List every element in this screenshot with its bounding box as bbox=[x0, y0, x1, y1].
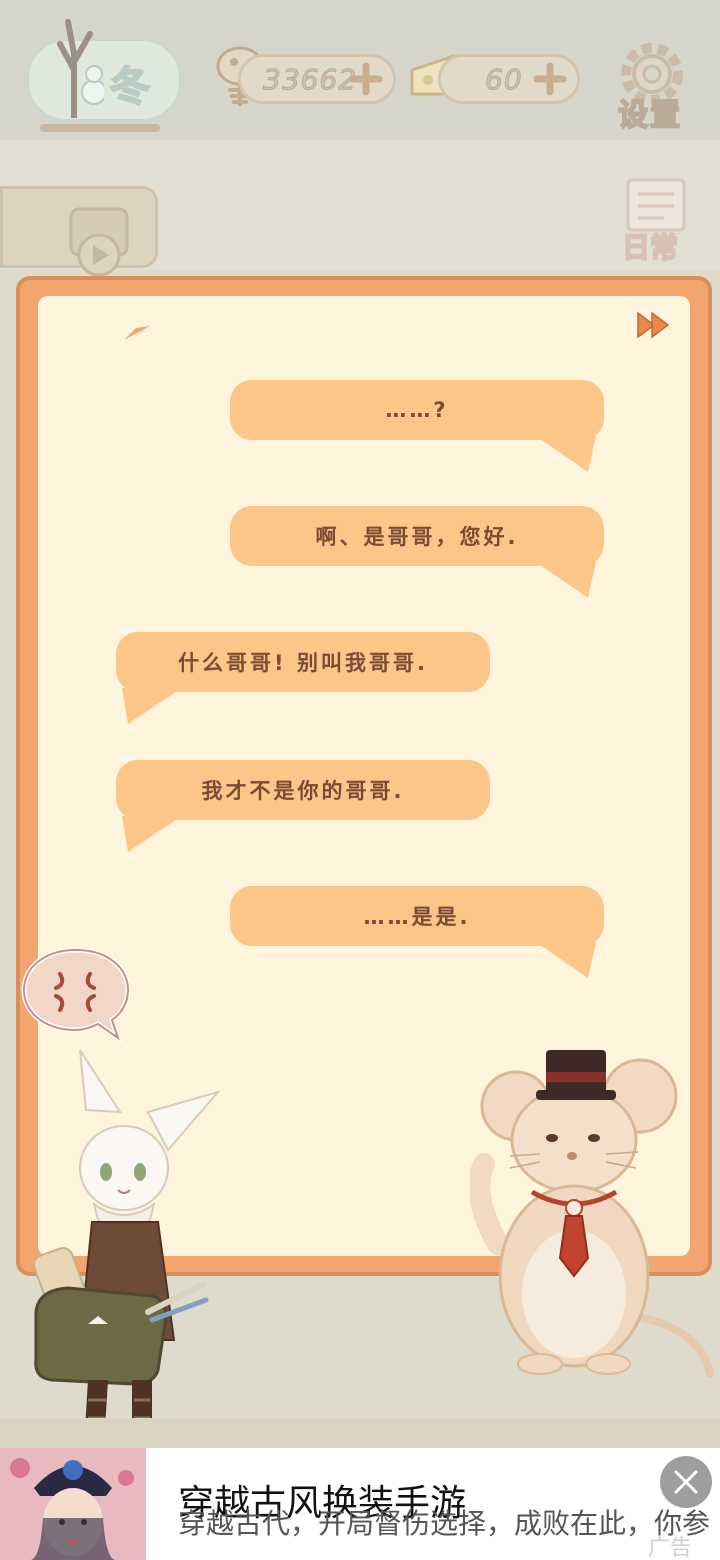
dialogue-bubble: ……? bbox=[230, 380, 604, 472]
season-label: 冬 bbox=[109, 63, 151, 111]
anger-emote-icon bbox=[21, 947, 131, 1042]
bubble-tail bbox=[536, 562, 596, 598]
season-progress-bar bbox=[40, 124, 160, 132]
daily-label: 日常 bbox=[621, 230, 679, 265]
top-hud: 冬 33662 60 设置 bbox=[0, 0, 720, 140]
dialogue-text: 我才不是你的哥哥. bbox=[201, 779, 405, 803]
close-icon bbox=[674, 1470, 698, 1494]
bubble-tail bbox=[122, 688, 182, 724]
fish-counter: 33662 bbox=[238, 54, 396, 104]
bottom-dock bbox=[0, 1418, 720, 1448]
white-fox-character bbox=[33, 1050, 221, 1446]
scroll-icon bbox=[626, 178, 686, 232]
season-progress-fill bbox=[40, 124, 160, 132]
dialogue-text: ……? bbox=[385, 398, 449, 422]
mouse-gentleman-character bbox=[470, 1050, 714, 1378]
dialogue-text: ……是是. bbox=[363, 905, 471, 929]
bubble-tail bbox=[536, 436, 596, 472]
snow-tree-icon bbox=[57, 19, 104, 118]
settings-button[interactable]: 设置 bbox=[612, 38, 692, 134]
dialogue-text: 什么哥哥! 别叫我哥哥. bbox=[178, 651, 428, 675]
ad-description: 穿越古代，开局督伤选择，成败在此，你参 bbox=[178, 1507, 711, 1540]
fast-forward-button[interactable] bbox=[636, 310, 672, 340]
dialogue-text: 啊、是哥哥，您好. bbox=[315, 525, 519, 549]
bubble-tail bbox=[536, 942, 596, 978]
dialogue-bubble: ……是是. bbox=[230, 886, 604, 978]
ad-tag: 广告 bbox=[648, 1536, 693, 1560]
ad-close-button[interactable] bbox=[660, 1456, 712, 1508]
play-video-icon bbox=[69, 207, 129, 277]
settings-label: 设置 bbox=[617, 97, 682, 134]
dialogue-bubble: 啊、是哥哥，您好. bbox=[230, 506, 604, 598]
dialogue-bubble: 我才不是你的哥哥. bbox=[116, 760, 490, 852]
add-fish-button[interactable] bbox=[349, 62, 383, 96]
add-cheese-button[interactable] bbox=[533, 62, 567, 96]
daily-tasks-button[interactable]: 日常 bbox=[612, 170, 700, 266]
ad-banner[interactable]: 穿越古风换装手游 穿越古代，开局督伤选择，成败在此，你参 广告 bbox=[0, 1448, 720, 1560]
bubble-tail bbox=[122, 816, 182, 852]
dialogue-bubble: 什么哥哥! 别叫我哥哥. bbox=[116, 632, 490, 724]
cheese-count: 60 bbox=[485, 63, 523, 97]
season-indicator[interactable]: 冬 bbox=[26, 14, 182, 132]
video-reward-button[interactable] bbox=[0, 186, 158, 277]
fish-count: 33662 bbox=[262, 63, 358, 97]
ad-thumbnail bbox=[0, 1448, 146, 1560]
cheese-counter: 60 bbox=[438, 54, 580, 104]
quote-mark-icon bbox=[124, 326, 150, 340]
